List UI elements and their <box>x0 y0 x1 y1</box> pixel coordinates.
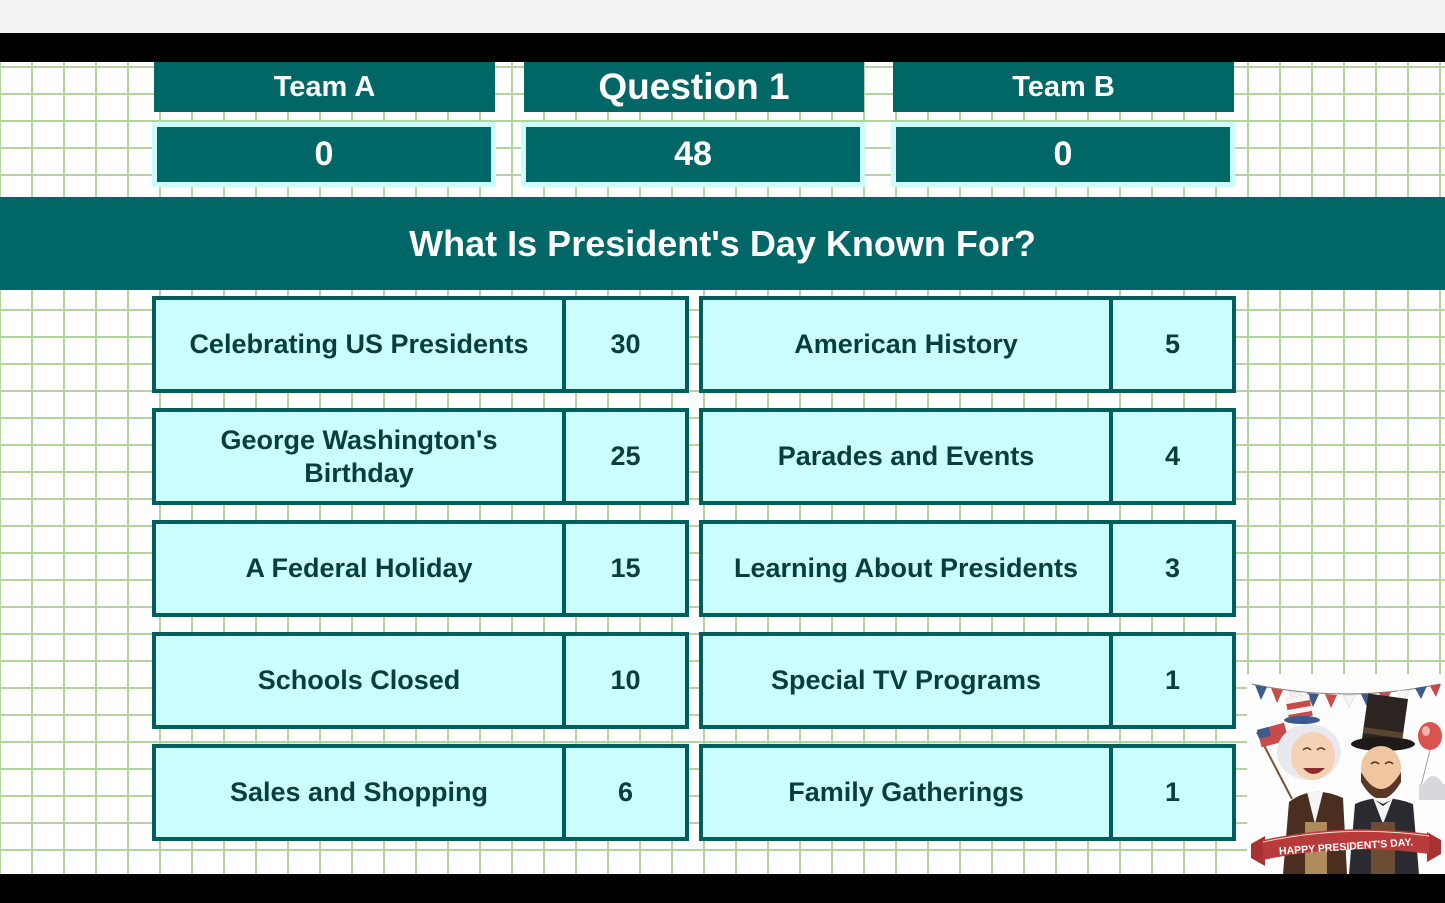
answer-tile-6[interactable]: American History 5 <box>699 296 1236 393</box>
game-slide: Team A Question 1 Team B 0 48 0 What Is … <box>0 62 1445 874</box>
answer-points: 5 <box>1164 329 1181 359</box>
answer-points: 1 <box>1164 665 1181 695</box>
answer-tile-1[interactable]: Celebrating US Presidents 30 <box>152 296 689 393</box>
answer-label: Sales and Shopping <box>156 748 566 837</box>
answer-label: Celebrating US Presidents <box>156 300 566 389</box>
answer-label: Special TV Programs <box>703 636 1113 725</box>
answer-tile-9[interactable]: Special TV Programs 1 <box>699 632 1236 729</box>
answer-points: 4 <box>1164 441 1181 471</box>
presidents-day-illustration: ★ ★ HAPPY PRESIDENT'S DAY. <box>1247 674 1445 874</box>
question-banner: What Is President's Day Known For? <box>0 197 1445 290</box>
answer-label: A Federal Holiday <box>156 524 566 613</box>
team-b-score[interactable]: 0 <box>891 122 1235 187</box>
answer-points: 6 <box>617 777 634 807</box>
answer-tile-8[interactable]: Learning About Presidents 3 <box>699 520 1236 617</box>
answer-points: 25 <box>610 441 641 471</box>
answer-label: American History <box>703 300 1113 389</box>
answer-points: 10 <box>610 665 641 695</box>
answer-tile-4[interactable]: Schools Closed 10 <box>152 632 689 729</box>
answer-points: 15 <box>610 553 641 583</box>
bottom-letterbox-bar <box>0 874 1445 903</box>
top-strip <box>0 0 1445 33</box>
top-letterbox-bar <box>0 33 1445 62</box>
question-number-header: Question 1 <box>524 62 864 112</box>
question-text: What Is President's Day Known For? <box>409 222 1036 264</box>
team-b-header: Team B <box>893 62 1234 112</box>
answer-tile-5[interactable]: Sales and Shopping 6 <box>152 744 689 841</box>
question-points-total: 48 <box>521 122 865 187</box>
answer-points: 30 <box>610 329 641 359</box>
answer-label: George Washington's Birthday <box>156 412 566 501</box>
answer-tile-7[interactable]: Parades and Events 4 <box>699 408 1236 505</box>
answer-label: Learning About Presidents <box>703 524 1113 613</box>
answer-points: 3 <box>1164 553 1181 583</box>
answer-points: 1 <box>1164 777 1181 807</box>
answer-tile-3[interactable]: A Federal Holiday 15 <box>152 520 689 617</box>
answer-label: Family Gatherings <box>703 748 1113 837</box>
answer-label: Schools Closed <box>156 636 566 725</box>
team-a-header: Team A <box>154 62 495 112</box>
team-a-score[interactable]: 0 <box>152 122 496 187</box>
answer-label: Parades and Events <box>703 412 1113 501</box>
answer-tile-2[interactable]: George Washington's Birthday 25 <box>152 408 689 505</box>
answer-tile-10[interactable]: Family Gatherings 1 <box>699 744 1236 841</box>
presidents-illustration-icon: ★ ★ HAPPY PRESIDENT'S DAY. <box>1251 683 1445 874</box>
